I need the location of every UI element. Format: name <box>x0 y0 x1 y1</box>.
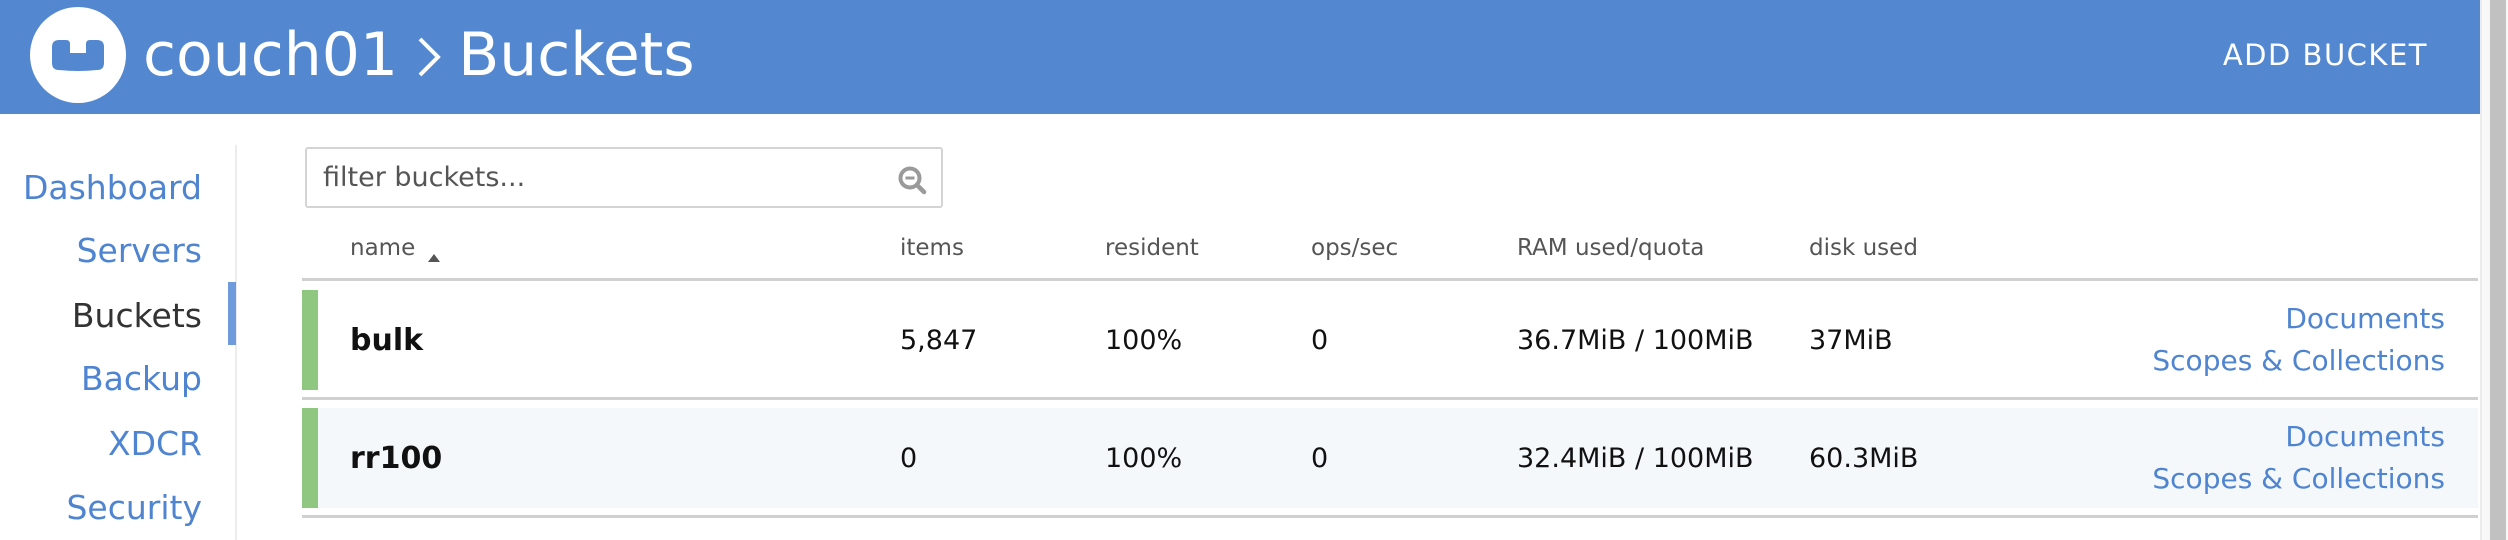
column-header-ram[interactable]: RAM used/quota <box>1517 222 1704 274</box>
column-header-name[interactable]: name <box>350 222 441 274</box>
bucket-links: Documents Scopes & Collections <box>2152 290 2445 390</box>
sidebar-item-servers[interactable]: Servers <box>77 225 202 275</box>
column-header-disk[interactable]: disk used <box>1809 222 1918 274</box>
bucket-name[interactable]: bulk <box>350 290 423 390</box>
bucket-ops-sec: 0 <box>1311 324 1329 356</box>
page-title: Buckets <box>458 20 695 90</box>
column-header-resident[interactable]: resident <box>1105 222 1199 274</box>
bucket-items: 0 <box>900 442 918 474</box>
sidebar-item-xdcr[interactable]: XDCR <box>108 418 202 468</box>
active-nav-indicator <box>228 282 236 345</box>
bucket-items: 5,847 <box>900 324 978 356</box>
chevron-right-icon <box>412 25 446 85</box>
row-divider <box>302 515 2478 518</box>
top-header: couch01 Buckets ADD BUCKET <box>0 0 2480 114</box>
bucket-resident: 100% <box>1105 324 1183 356</box>
sort-ascending-icon <box>427 243 441 262</box>
scrollbar-thumb[interactable] <box>2490 0 2506 540</box>
sidebar-nav: Dashboard Servers Buckets Backup XDCR Se… <box>0 145 237 540</box>
buckets-page: couch01 Buckets ADD BUCKET Dashboard Ser… <box>0 0 2508 540</box>
breadcrumb: couch01 Buckets <box>143 10 695 100</box>
table-row[interactable]: bulk 5,847 100% 0 36.7MiB / 100MiB 37MiB… <box>302 290 2478 390</box>
breadcrumb-cluster[interactable]: couch01 <box>143 20 398 90</box>
table-header: name items resident ops/sec RAM used/quo… <box>302 222 2478 281</box>
bucket-name[interactable]: rr100 <box>350 408 442 508</box>
sidebar-item-dashboard[interactable]: Dashboard <box>23 162 202 212</box>
filter-buckets-field <box>305 147 943 208</box>
sidebar-item-buckets[interactable]: Buckets <box>72 290 202 340</box>
search-icon[interactable] <box>897 165 927 195</box>
table-row[interactable]: rr100 0 100% 0 32.4MiB / 100MiB 60.3MiB … <box>302 408 2478 508</box>
bucket-ops-sec: 0 <box>1311 442 1329 474</box>
sidebar-item-security[interactable]: Security <box>66 482 202 532</box>
bucket-ram: 36.7MiB / 100MiB <box>1517 324 1754 356</box>
status-indicator-healthy <box>302 408 318 508</box>
documents-link[interactable]: Documents <box>2285 298 2445 340</box>
column-header-items[interactable]: items <box>900 222 964 274</box>
add-bucket-button[interactable]: ADD BUCKET <box>2223 30 2428 80</box>
filter-buckets-input[interactable] <box>307 149 877 206</box>
bucket-ram: 32.4MiB / 100MiB <box>1517 442 1754 474</box>
status-indicator-healthy <box>302 290 318 390</box>
column-header-ops-sec[interactable]: ops/sec <box>1311 222 1398 274</box>
bucket-disk: 37MiB <box>1809 324 1893 356</box>
scopes-collections-link[interactable]: Scopes & Collections <box>2152 340 2445 382</box>
sidebar-item-backup[interactable]: Backup <box>81 353 202 403</box>
documents-link[interactable]: Documents <box>2285 416 2445 458</box>
column-header-name-label: name <box>350 235 416 261</box>
couchbase-logo-icon[interactable] <box>30 7 126 103</box>
bucket-resident: 100% <box>1105 442 1183 474</box>
bucket-links: Documents Scopes & Collections <box>2152 408 2445 508</box>
bucket-disk: 60.3MiB <box>1809 442 1919 474</box>
row-divider <box>302 397 2478 400</box>
scopes-collections-link[interactable]: Scopes & Collections <box>2152 458 2445 500</box>
vertical-scrollbar[interactable] <box>2480 0 2508 540</box>
